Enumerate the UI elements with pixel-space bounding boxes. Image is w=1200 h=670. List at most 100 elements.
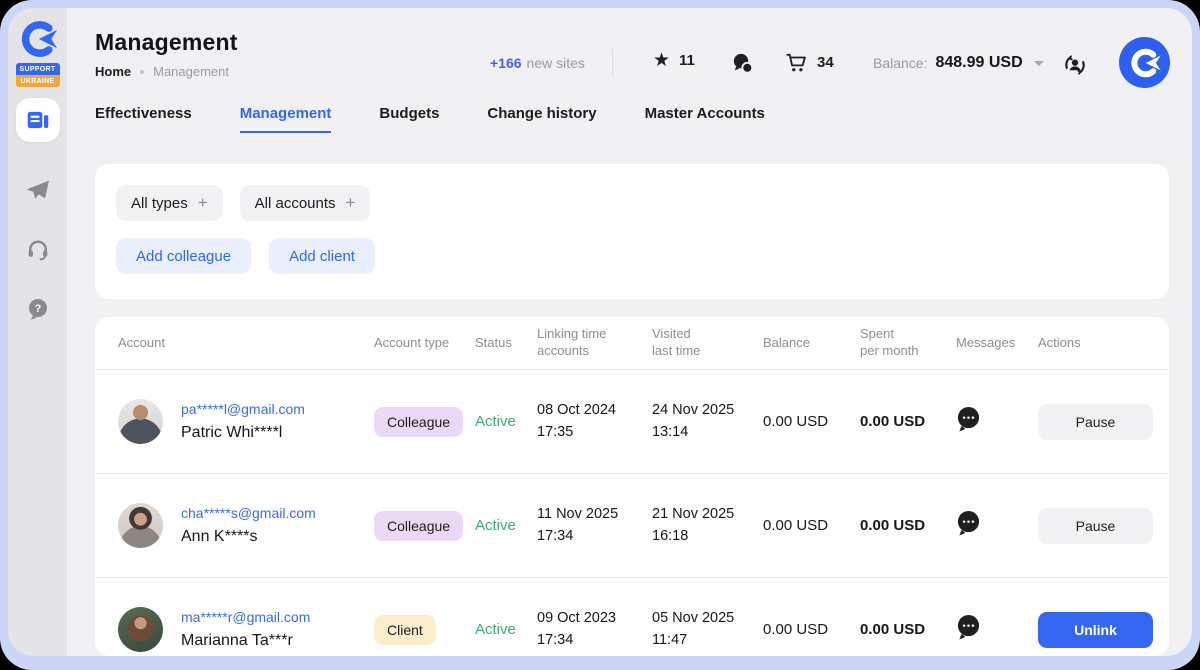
avatar xyxy=(118,399,163,444)
filter-all-types[interactable]: All types + xyxy=(116,185,223,221)
tab-management[interactable]: Management xyxy=(240,105,332,133)
profile-logo-icon xyxy=(1127,45,1163,81)
support-ukraine-badge-top: SUPPORT xyxy=(16,63,60,75)
linking-time-cell: 08 Oct 2024 17:35 xyxy=(537,400,652,444)
tab-budgets[interactable]: Budgets xyxy=(379,105,439,133)
account-identity: ma*****r@gmail.com Marianna Ta***r xyxy=(181,609,310,650)
brand-logo-icon[interactable] xyxy=(18,19,58,59)
cart-counter[interactable]: 34 xyxy=(785,51,834,74)
content-area: All types + All accounts + Add colleague… xyxy=(67,155,1192,656)
col-linking-time: Linking time accounts xyxy=(537,326,652,360)
app-window: SUPPORT UKRAINE xyxy=(8,8,1192,656)
headphones-icon xyxy=(26,237,50,261)
chat-bubbles-icon xyxy=(731,52,754,75)
account-email-link[interactable]: cha*****s@gmail.com xyxy=(181,505,316,521)
messages-header-button[interactable] xyxy=(731,52,754,75)
account-cell: pa*****l@gmail.com Patric Whi****l xyxy=(118,399,374,444)
visited-time-cell: 05 Nov 2025 11:47 xyxy=(652,608,763,652)
breadcrumb-separator xyxy=(140,70,144,74)
account-type-cell: Client xyxy=(374,615,475,645)
messages-cell xyxy=(956,614,1038,646)
status-badge: Active xyxy=(475,413,537,430)
account-email-link[interactable]: pa*****l@gmail.com xyxy=(181,401,305,417)
col-account-type: Account type xyxy=(374,335,475,352)
chevron-down-icon xyxy=(1034,61,1044,66)
col-balance: Balance xyxy=(763,335,860,352)
balance-value: 848.99 USD xyxy=(935,54,1022,72)
breadcrumb-home-link[interactable]: Home xyxy=(95,64,131,79)
message-bubble-icon[interactable] xyxy=(956,614,981,641)
type-badge: Client xyxy=(374,615,436,645)
col-spent: Spent per month xyxy=(860,326,956,360)
window-frame: SUPPORT UKRAINE xyxy=(0,0,1200,670)
actions-cell: Pause xyxy=(1038,404,1153,440)
switch-account-button[interactable] xyxy=(1061,51,1089,79)
favorites-counter[interactable]: ★ 11 xyxy=(653,51,695,70)
col-actions: Actions xyxy=(1038,335,1144,352)
balance-cell: 0.00 USD xyxy=(763,517,860,534)
plus-icon: + xyxy=(346,193,356,213)
plus-icon: + xyxy=(198,193,208,213)
avatar xyxy=(118,503,163,548)
cart-count: 34 xyxy=(817,54,834,71)
balance-cell: 0.00 USD xyxy=(763,621,860,638)
news-icon xyxy=(25,107,51,133)
account-type-cell: Colleague xyxy=(374,511,475,541)
col-visited: Visited last time xyxy=(652,326,763,360)
help-icon: ? xyxy=(26,297,50,321)
cart-icon xyxy=(785,51,808,74)
col-messages: Messages xyxy=(956,335,1038,352)
linking-time-cell: 09 Oct 2023 17:34 xyxy=(537,608,652,652)
tab-effectiveness[interactable]: Effectiveness xyxy=(95,105,192,133)
sidebar-item-help[interactable]: ? xyxy=(25,296,51,322)
sidebar: SUPPORT UKRAINE xyxy=(8,8,67,656)
spent-cell: 0.00 USD xyxy=(860,413,956,430)
avatar xyxy=(118,607,163,652)
title-block: Management Home Management xyxy=(95,29,238,79)
unlink-button[interactable]: Unlink xyxy=(1038,612,1153,648)
sidebar-item-news[interactable] xyxy=(16,98,60,142)
profile-avatar[interactable] xyxy=(1119,37,1170,88)
type-badge: Colleague xyxy=(374,511,463,541)
tab-master-accounts[interactable]: Master Accounts xyxy=(645,105,765,133)
account-cell: ma*****r@gmail.com Marianna Ta***r xyxy=(118,607,374,652)
star-icon: ★ xyxy=(653,51,670,70)
filter-card: All types + All accounts + Add colleague… xyxy=(95,164,1169,299)
sidebar-item-telegram[interactable] xyxy=(25,176,51,202)
add-client-button[interactable]: Add client xyxy=(269,238,375,274)
favorites-count: 11 xyxy=(679,52,695,69)
message-bubble-icon[interactable] xyxy=(956,510,981,537)
balance-dropdown[interactable]: Balance: 848.99 USD xyxy=(873,54,1044,72)
add-colleague-button[interactable]: Add colleague xyxy=(116,238,251,274)
telegram-icon xyxy=(25,177,50,202)
status-badge: Active xyxy=(475,517,537,534)
new-sites-link[interactable]: +166 new sites xyxy=(490,55,585,71)
spent-cell: 0.00 USD xyxy=(860,621,956,638)
tab-change-history[interactable]: Change history xyxy=(487,105,596,133)
switch-account-icon xyxy=(1061,51,1089,79)
account-name: Marianna Ta***r xyxy=(181,632,310,650)
col-status: Status xyxy=(475,335,537,352)
pause-button[interactable]: Pause xyxy=(1038,508,1153,544)
new-sites-count: +166 xyxy=(490,55,522,71)
tab-bar: Effectiveness Management Budgets Change … xyxy=(67,98,1192,155)
new-sites-label: new sites xyxy=(527,55,585,71)
filter-all-accounts[interactable]: All accounts + xyxy=(240,185,371,221)
messages-cell xyxy=(956,510,1038,542)
accounts-table: Account Account type Status Linking time… xyxy=(95,317,1169,656)
filter-all-accounts-label: All accounts xyxy=(255,195,336,212)
screenshot-stage: SUPPORT UKRAINE xyxy=(0,0,1200,670)
message-bubble-icon[interactable] xyxy=(956,406,981,433)
topbar: Management Home Management +166 new sites… xyxy=(67,8,1192,98)
account-email-link[interactable]: ma*****r@gmail.com xyxy=(181,609,310,625)
balance-cell: 0.00 USD xyxy=(763,413,860,430)
status-badge: Active xyxy=(475,621,537,638)
sidebar-item-support[interactable] xyxy=(25,236,51,262)
pause-button[interactable]: Pause xyxy=(1038,404,1153,440)
type-badge: Colleague xyxy=(374,407,463,437)
table-row: pa*****l@gmail.com Patric Whi****l Colle… xyxy=(95,370,1169,474)
visited-time-cell: 24 Nov 2025 13:14 xyxy=(652,400,763,444)
main-area: Management Home Management +166 new sites… xyxy=(67,8,1192,656)
account-cell: cha*****s@gmail.com Ann K****s xyxy=(118,503,374,548)
table-header-row: Account Account type Status Linking time… xyxy=(95,317,1169,370)
